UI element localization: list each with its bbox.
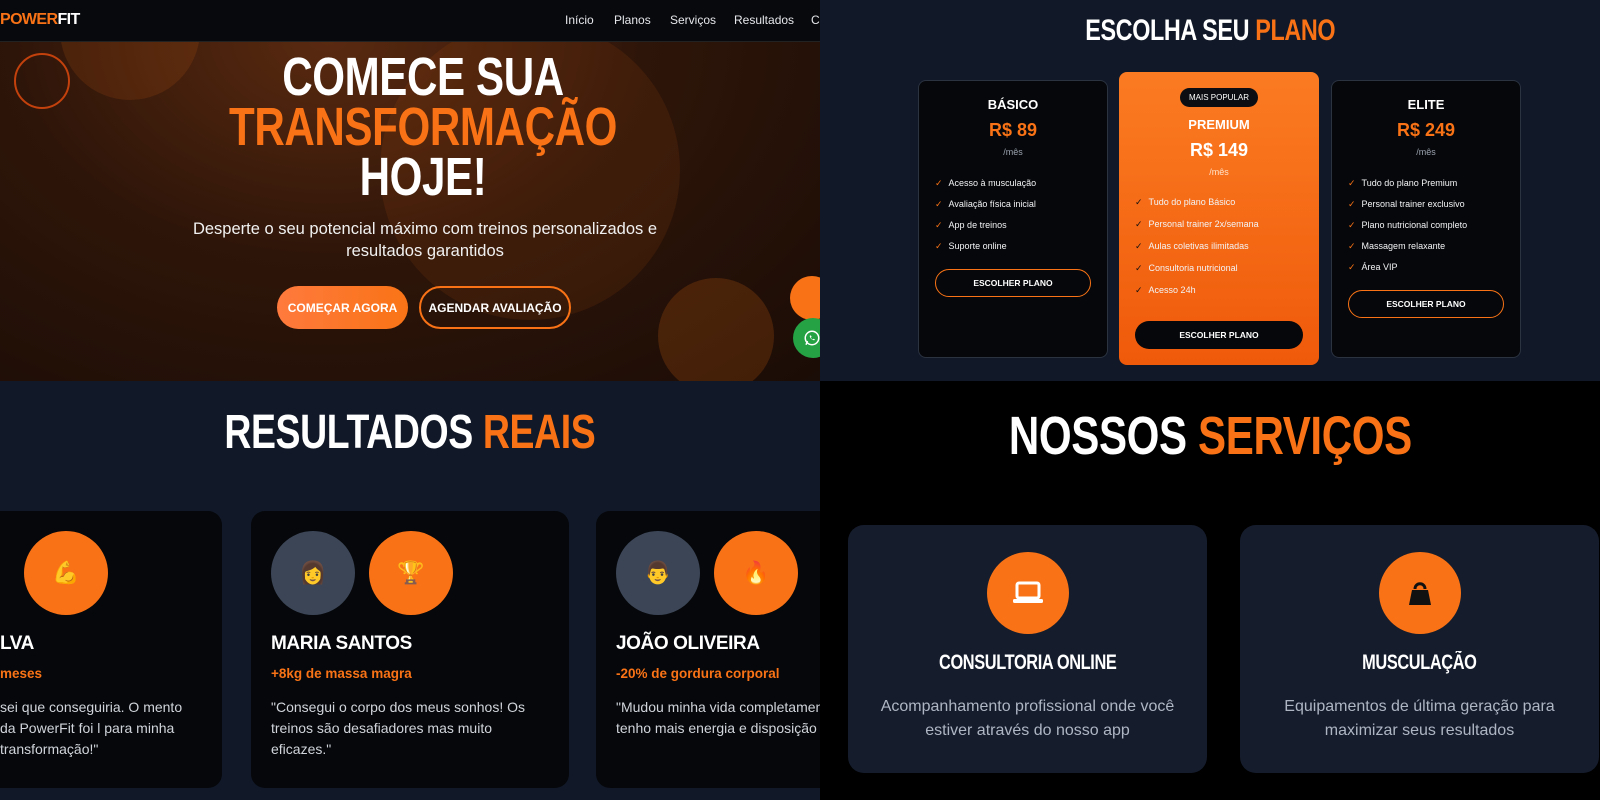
testimonial-result: +8kg de massa magra	[271, 666, 412, 681]
plan-price: R$ 149	[1189, 140, 1249, 160]
laptop-icon	[986, 552, 1069, 634]
check-icon: ✓	[935, 241, 943, 251]
plan-period: /mês	[1416, 147, 1436, 157]
testimonial-name: MARIA SANTOS	[271, 633, 412, 654]
testimonial-name: JOÃO OLIVEIRA	[616, 633, 760, 654]
logo[interactable]: POWERFIT	[0, 11, 80, 29]
feature-item: ✓ Personal trainer 2x/semana	[1135, 219, 1259, 229]
choose-plan-button[interactable]: ESCOLHER PLANO	[1135, 321, 1303, 349]
feature-item: ✓ Acesso à musculação	[935, 178, 1037, 188]
check-icon: ✓	[935, 220, 943, 230]
plans-section: ESCOLHA SEU PLANO BÁSICO R$ 89 /mês ✓ Ace…	[820, 0, 1600, 381]
testimonial-result: meses	[0, 666, 43, 681]
choose-plan-button[interactable]: ESCOLHER PLANO	[935, 269, 1091, 297]
plan-name: ELITE	[1407, 97, 1445, 112]
testimonial-result: -20% de gordura corporal	[616, 666, 780, 681]
feature-item: ✓ Área VIP	[1348, 262, 1398, 272]
nav-planos[interactable]: Planos	[614, 13, 651, 27]
kettlebell-icon	[1378, 552, 1461, 634]
plan-price: R$ 89	[988, 120, 1038, 140]
testimonial-card: 👩 🏆 MARIA SANTOS +8kg de massa magra "Co…	[251, 511, 569, 788]
popular-badge: MAIS POPULAR	[1179, 88, 1258, 107]
feature-item: ✓ Massagem relaxante	[1348, 241, 1446, 251]
results-section: RESULTADOS REAIS 💪 LVA meses sei que con…	[0, 381, 820, 800]
service-title: CONSULTORIA ONLINE	[938, 651, 1117, 674]
service-card-online[interactable]: CONSULTORIA ONLINE Acompanhamento profis…	[848, 525, 1207, 773]
plan-price: R$ 249	[1396, 120, 1456, 140]
service-title: MUSCULAÇÃO	[1362, 651, 1477, 674]
plan-period: /mês	[1209, 167, 1229, 177]
whatsapp-icon	[804, 330, 820, 346]
services-section: NOSSOS SERVIÇOS CONSULTORIA ONLINE Acomp…	[820, 381, 1600, 800]
check-icon: ✓	[1348, 262, 1356, 272]
check-icon: ✓	[1348, 241, 1356, 251]
plan-card-basico: BÁSICO R$ 89 /mês ✓ Acesso à musculação ✓…	[918, 80, 1108, 358]
services-title: NOSSOS SERVIÇOS	[1008, 406, 1412, 466]
result-emoji-icon: 💪	[24, 531, 108, 615]
fire-icon: 🔥	[714, 531, 798, 615]
feature-item: ✓ Suporte online	[935, 241, 1007, 251]
start-now-button[interactable]: COMEÇAR AGORA	[277, 286, 408, 329]
whatsapp-button[interactable]	[793, 318, 820, 358]
choose-plan-button[interactable]: ESCOLHER PLANO	[1348, 290, 1504, 318]
check-icon: ✓	[1135, 285, 1143, 295]
feature-item: ✓ Tudo do plano Básico	[1135, 197, 1236, 207]
schedule-assessment-button[interactable]: AGENDAR AVALIAÇÃO	[419, 286, 571, 329]
hero-headline: COMECE SUA TRANSFORMAÇÃO HOJE!	[228, 47, 618, 207]
trophy-icon: 🏆	[369, 531, 453, 615]
feature-item: ✓ Plano nutricional completo	[1348, 220, 1468, 230]
testimonial-name: LVA	[0, 633, 34, 654]
feature-list: ✓ Acesso à musculação ✓ Avaliação física i…	[935, 173, 1107, 257]
testimonial-card: 💪 LVA meses sei que conseguiria. O mento…	[0, 511, 222, 788]
check-icon: ✓	[1348, 178, 1356, 188]
testimonial-quote: sei que conseguiria. O mento da PowerFit…	[0, 699, 183, 757]
service-card-musculacao[interactable]: MUSCULAÇÃO Equipamentos de última geraçã…	[1240, 525, 1599, 773]
feature-item: ✓ Consultoria nutricional	[1135, 263, 1238, 273]
service-description: Equipamentos de última geração para maxi…	[1284, 698, 1555, 739]
feature-item: ✓ Avaliação física inicial	[935, 199, 1036, 209]
floating-action-button[interactable]	[790, 276, 820, 320]
feature-item: ✓ Acesso 24h	[1135, 285, 1196, 295]
decor-circle	[658, 278, 774, 381]
testimonial-quote: "Mudou minha vida completamen tenho mais…	[616, 699, 820, 736]
nav-resultados[interactable]: Resultados	[734, 13, 794, 27]
service-description: Acompanhamento profissional onde você es…	[880, 698, 1175, 739]
plan-card-premium: MAIS POPULAR PREMIUM R$ 149 /mês ✓ Tudo d…	[1119, 72, 1319, 365]
testimonial-card: 👨 🔥 JOÃO OLIVEIRA -20% de gordura corpor…	[596, 511, 820, 788]
feature-item: ✓ App de treinos	[935, 220, 1007, 230]
feature-item: ✓ Aulas coletivas ilimitadas	[1135, 241, 1249, 251]
feature-list: ✓ Tudo do plano Premium ✓ Personal trainer…	[1348, 173, 1520, 278]
check-icon: ✓	[1135, 263, 1143, 273]
avatar: 👩	[271, 531, 355, 615]
check-icon: ✓	[1135, 241, 1143, 251]
feature-list: ✓ Tudo do plano Básico ✓ Personal trainer …	[1135, 191, 1319, 301]
plan-period: /mês	[1003, 147, 1023, 157]
plans-title: ESCOLHA SEU PLANO	[1085, 14, 1335, 47]
nav-servicos[interactable]: Serviços	[670, 13, 716, 27]
check-icon: ✓	[935, 178, 943, 188]
check-icon: ✓	[1135, 197, 1143, 207]
avatar: 👨	[616, 531, 700, 615]
testimonial-quote: "Consegui o corpo dos meus sonhos! Os tr…	[271, 699, 525, 757]
check-icon: ✓	[935, 199, 943, 209]
hero-section: POWERFIT Início Planos Serviços Resultad…	[0, 0, 820, 381]
plan-name: BÁSICO	[987, 97, 1039, 112]
check-icon: ✓	[1348, 220, 1356, 230]
hero-subtitle: Desperte o seu potencial máximo com trei…	[192, 220, 658, 260]
nav-contato[interactable]: Co	[811, 13, 820, 27]
check-icon: ✓	[1348, 199, 1356, 209]
check-icon: ✓	[1135, 219, 1143, 229]
plan-name: PREMIUM	[1188, 117, 1250, 132]
nav-inicio[interactable]: Início	[565, 13, 594, 27]
feature-item: ✓ Personal trainer exclusivo	[1348, 199, 1465, 209]
results-title: RESULTADOS REAIS	[224, 406, 596, 459]
top-navbar: POWERFIT Início Planos Serviços Resultad…	[0, 0, 820, 42]
feature-item: ✓ Tudo do plano Premium	[1348, 178, 1458, 188]
plan-card-elite: ELITE R$ 249 /mês ✓ Tudo do plano Premium…	[1331, 80, 1521, 358]
